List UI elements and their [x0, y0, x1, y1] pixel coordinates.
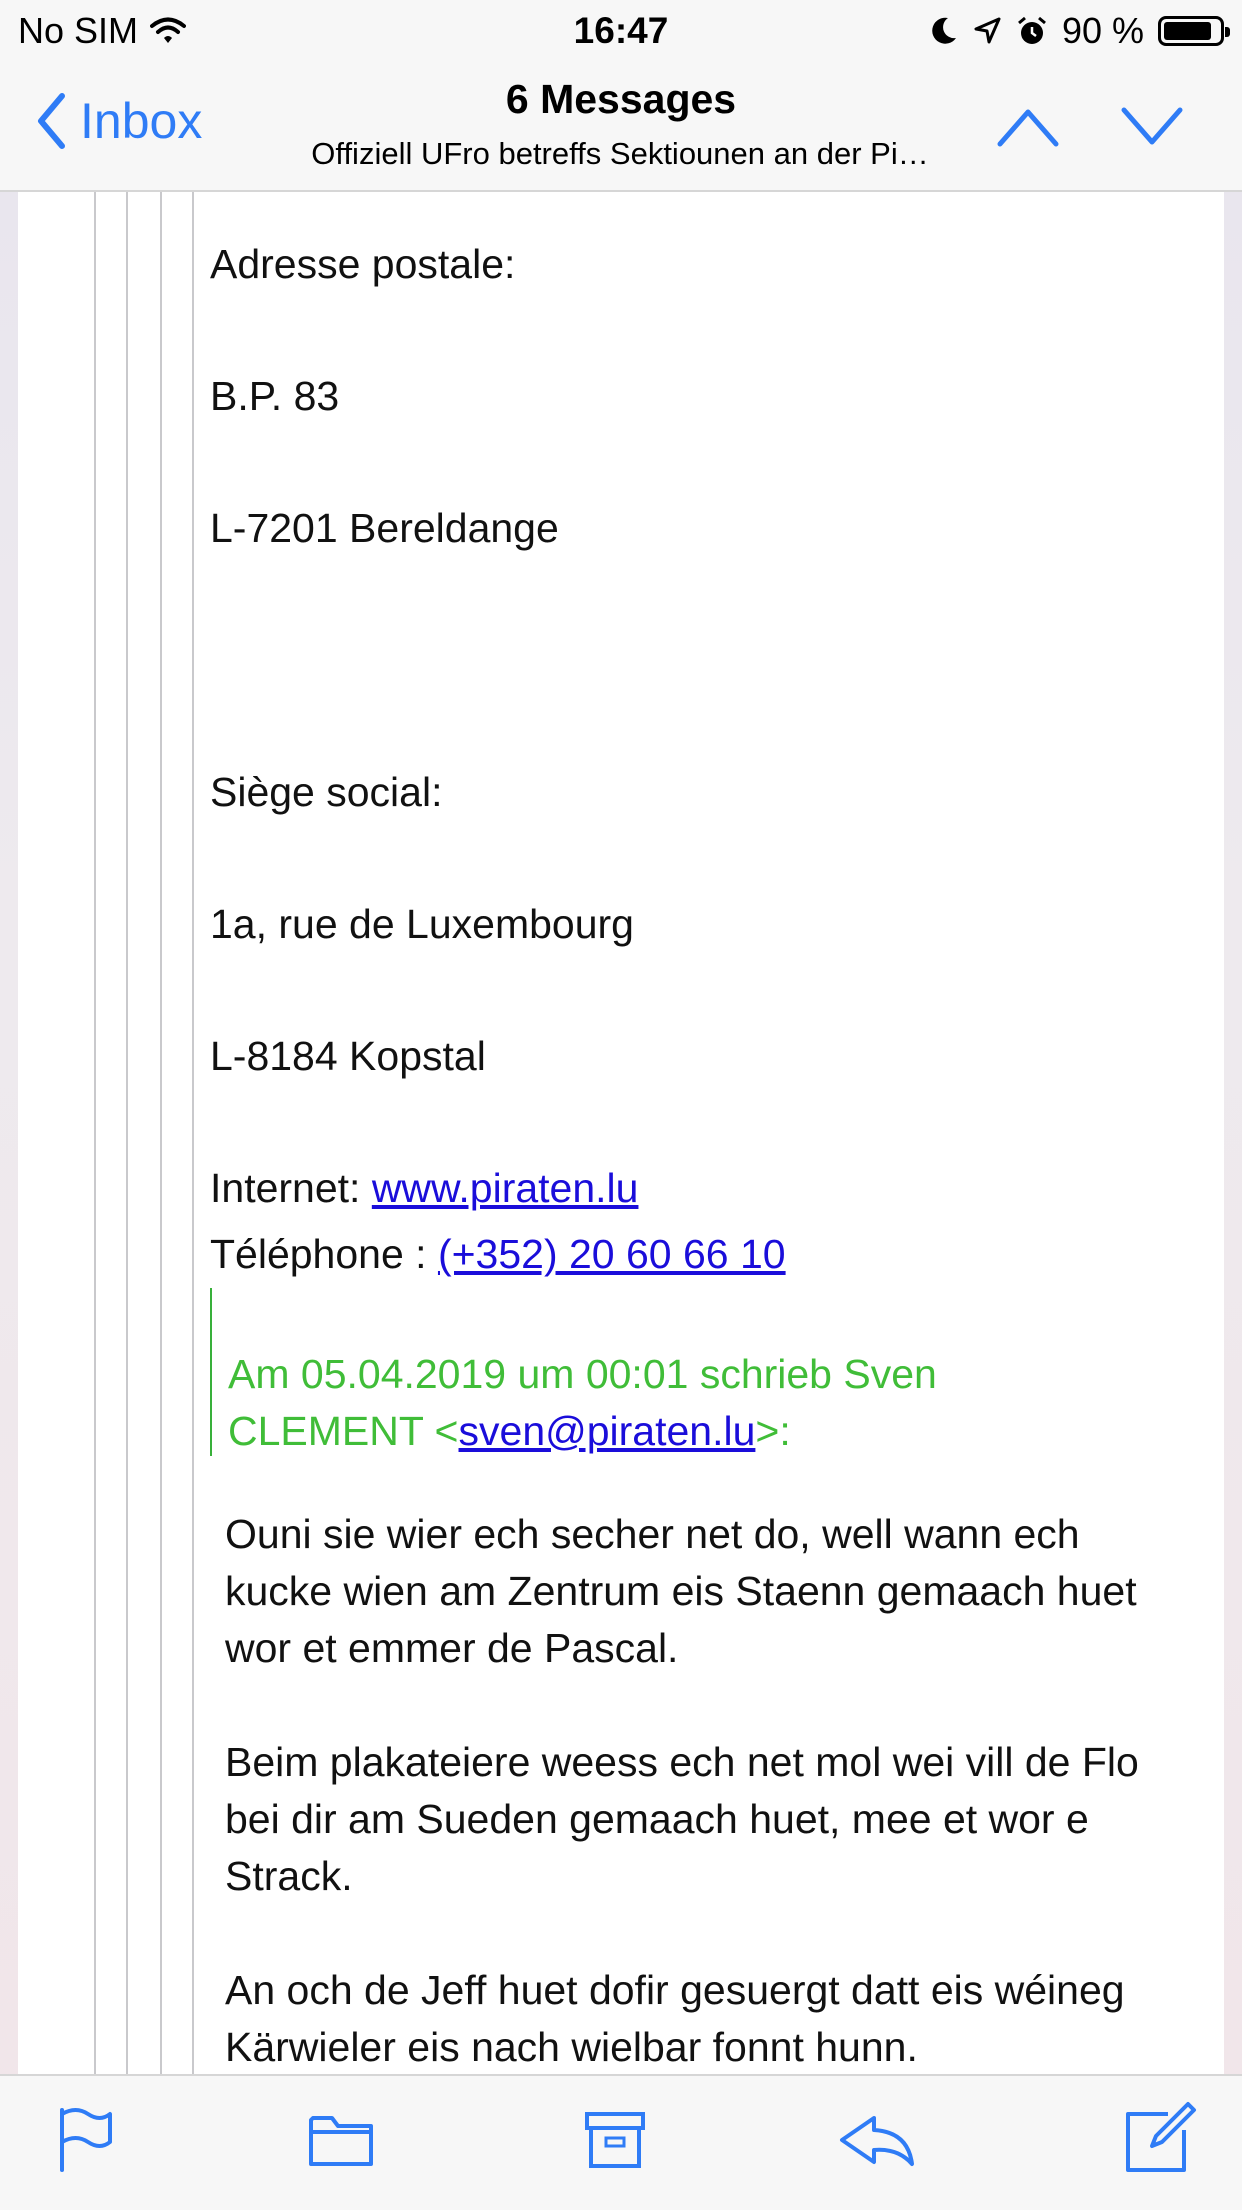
internet-line: Internet: www.piraten.lu: [210, 1164, 638, 1212]
message-body-scroll[interactable]: Adresse postale: B.P. 83 L-7201 Bereldan…: [0, 192, 1242, 2074]
seat-label: Siège social:: [210, 769, 443, 815]
quoted-paragraph: An och de Jeff huet dofir gesuergt datt …: [225, 1967, 1125, 2070]
status-bar: No SIM 16:47 90 %: [0, 0, 1242, 62]
archive-icon[interactable]: [584, 2110, 646, 2170]
phone-label: Téléphone :: [210, 1231, 438, 1277]
quoted-paragraph: Ouni sie wier ech secher net do, well wa…: [225, 1511, 1137, 1671]
postal-address-label: Adresse postale:: [210, 241, 516, 287]
alarm-icon: [1017, 16, 1046, 44]
quote-level-line: [126, 192, 128, 2074]
next-message-button[interactable]: [1120, 100, 1184, 150]
status-right: 90 %: [930, 0, 1230, 62]
quote-attribution-suffix: >:: [755, 1408, 791, 1454]
phone-line: Téléphone : (+352) 20 60 66 10: [210, 1230, 786, 1278]
sender-email-link[interactable]: sven@piraten.lu: [459, 1408, 756, 1454]
reply-icon[interactable]: [838, 2114, 916, 2168]
quote-level-line: [192, 192, 194, 2074]
seat-city: L-8184 Kopstal: [210, 1033, 486, 1079]
battery-icon: [1158, 16, 1230, 46]
moon-icon: [932, 17, 956, 44]
location-arrow-icon: [974, 17, 1001, 44]
compose-icon[interactable]: [1122, 2100, 1198, 2176]
flag-icon[interactable]: [56, 2106, 116, 2174]
previous-message-button[interactable]: [996, 100, 1060, 150]
folder-icon[interactable]: [308, 2112, 374, 2168]
thread-subject: Offiziell UFro betreffs Sektiounen an de…: [311, 136, 929, 171]
quote-attribution: Am 05.04.2019 um 00:01 schrieb Sven CLEM…: [228, 1346, 1048, 1460]
quote-level-line: [94, 192, 96, 2074]
quoted-paragraph: Beim plakateiere weess ech net mol wei v…: [225, 1739, 1139, 1899]
website-link[interactable]: www.piraten.lu: [372, 1165, 639, 1211]
seat-street: 1a, rue de Luxembourg: [210, 901, 634, 947]
quote-level-line: [160, 192, 162, 2074]
postal-city: L-7201 Bereldange: [210, 505, 559, 551]
navigation-bar: Inbox 6 Messages Offiziell UFro betreffs…: [0, 62, 1242, 192]
bottom-toolbar: [0, 2074, 1242, 2210]
po-box: B.P. 83: [210, 373, 340, 419]
phone-link[interactable]: (+352) 20 60 66 10: [438, 1231, 786, 1277]
quote-bar: [210, 1288, 212, 1456]
battery-percent: 90 %: [1061, 10, 1144, 51]
internet-label: Internet:: [210, 1165, 372, 1211]
